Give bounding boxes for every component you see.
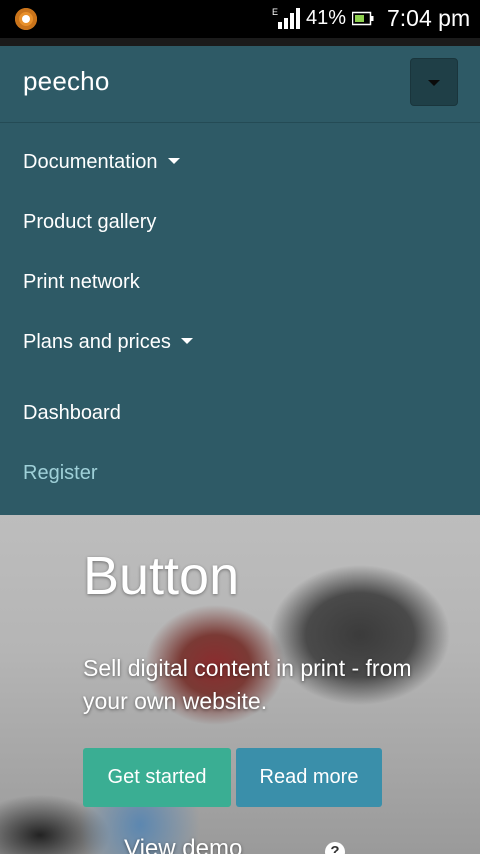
read-more-button[interactable]: Read more — [236, 748, 382, 807]
app-notification-icon — [15, 8, 37, 30]
hero-subtitle: Sell digital content in print - from you… — [83, 655, 412, 714]
menu-item-print-network[interactable]: Print network — [23, 271, 140, 294]
status-time: 7:04 pm — [387, 5, 471, 31]
battery-percent: 41% — [306, 7, 347, 29]
menu-item-label: Register — [23, 462, 98, 484]
menu-toggle-button[interactable] — [410, 58, 458, 106]
caret-down-icon — [180, 337, 193, 344]
view-demo-link[interactable]: View demo — [124, 835, 242, 854]
navbar: peecho — [0, 46, 480, 123]
menu-item-product-gallery[interactable]: Product gallery — [23, 211, 156, 234]
status-bar: E 41% 7:04 pm — [0, 0, 480, 38]
menu-item-dashboard[interactable]: Dashboard — [23, 402, 121, 425]
brand-logo[interactable]: peecho — [23, 66, 110, 97]
signal-icon: E — [272, 7, 300, 29]
svg-text:E: E — [272, 7, 278, 17]
menu-item-plans-and-prices[interactable]: Plans and prices — [23, 331, 193, 354]
hero-section: Button Sell digital content in print - f… — [0, 515, 480, 854]
menu-item-register[interactable]: Register — [23, 462, 97, 485]
get-started-button[interactable]: Get started — [83, 748, 231, 807]
menu-item-label: Documentation — [23, 151, 158, 173]
menu-item-label: Dashboard — [23, 402, 121, 424]
menu-item-label: Print network — [23, 271, 140, 293]
menu-item-label: Plans and prices — [23, 331, 171, 353]
help-icon[interactable]: ? — [325, 842, 345, 854]
caret-down-icon — [167, 157, 180, 164]
caret-down-icon — [428, 80, 440, 86]
menu-item-label: Product gallery — [23, 211, 157, 233]
nav-menu: Documentation Product gallery Print netw… — [0, 123, 480, 515]
battery-icon — [352, 11, 374, 26]
hero-title: Button — [83, 546, 240, 606]
menu-item-documentation[interactable]: Documentation — [23, 151, 180, 174]
